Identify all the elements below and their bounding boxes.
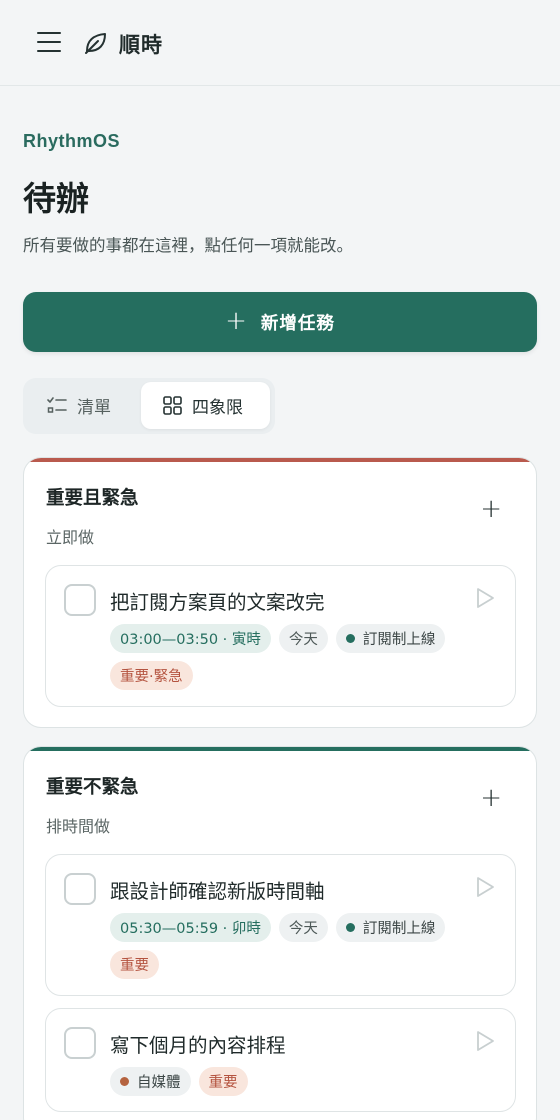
project-label: 訂閱制上線 (362, 632, 436, 648)
plus-icon: + (225, 305, 247, 336)
project-label: 自媒體 (137, 1075, 181, 1091)
task-card[interactable]: 寫下個月的內容排程 自媒體 重要 (45, 1008, 516, 1112)
day-chip: 今天 (278, 624, 328, 653)
app-name: 順時 (119, 33, 163, 57)
add-to-quadrant-button[interactable]: + (480, 496, 502, 522)
add-to-quadrant-button[interactable]: + (480, 785, 502, 811)
top-bar: 順時 (0, 0, 560, 86)
quadrant-subtitle: 立即做 (46, 528, 95, 547)
quadrant-important-urgent: 重要且緊急 立即做 + 把訂閱方案頁的文案改完 03:00—03:50 · 寅時… (23, 457, 537, 728)
tab-quadrant-label: 四象限 (192, 398, 243, 418)
play-icon[interactable] (475, 587, 495, 609)
checklist-icon (47, 396, 67, 413)
quadrant-important-not-urgent: 重要不緊急 排時間做 + 跟設計師確認新版時間軸 05:30—05:59 · 卯… (23, 746, 537, 1120)
task-title[interactable]: 寫下個月的內容排程 (110, 1029, 286, 1058)
quadrant-subtitle: 排時間做 (46, 817, 111, 836)
task-checkbox[interactable] (64, 584, 96, 616)
priority-tag: 重要 (110, 950, 159, 979)
add-task-button[interactable]: + 新增任務 (23, 292, 537, 352)
tab-list-view[interactable]: 清單 (47, 382, 147, 429)
project-dot-icon (120, 1077, 129, 1086)
quadrant-title: 重要且緊急 (46, 488, 139, 509)
task-title[interactable]: 把訂閱方案頁的文案改完 (110, 586, 325, 615)
day-chip: 今天 (278, 913, 328, 942)
add-task-label: 新增任務 (260, 313, 335, 334)
play-icon[interactable] (475, 1030, 495, 1052)
project-chip: 自媒體 (110, 1067, 191, 1096)
tab-list-label: 清單 (77, 398, 111, 418)
quadrant-title: 重要不緊急 (46, 777, 139, 798)
grid-icon (163, 396, 182, 415)
hamburger-menu-icon[interactable] (37, 31, 61, 53)
play-icon[interactable] (475, 876, 495, 898)
page-subtitle: 所有要做的事都在這裡，點任何一項就能改。 (23, 236, 353, 255)
project-chip: 訂閱制上線 (335, 624, 446, 653)
time-chip: 03:00—03:50 · 寅時 (110, 624, 271, 653)
task-card[interactable]: 跟設計師確認新版時間軸 05:30—05:59 · 卯時 今天 訂閱制上線 重要 (45, 854, 516, 996)
project-chip: 訂閱制上線 (335, 913, 446, 942)
project-label: 訂閱制上線 (362, 921, 436, 937)
task-checkbox[interactable] (64, 873, 96, 905)
tab-quadrant-view[interactable]: 四象限 (141, 382, 270, 429)
project-dot-icon (345, 923, 355, 932)
brand-eyebrow: RhythmOS (23, 131, 121, 151)
leaf-icon (85, 33, 106, 54)
page-title: 待辦 (23, 179, 89, 218)
project-dot-icon (345, 634, 355, 643)
task-checkbox[interactable] (64, 1027, 96, 1059)
task-card[interactable]: 把訂閱方案頁的文案改完 03:00—03:50 · 寅時 今天 訂閱制上線 重要… (45, 565, 516, 707)
view-toggle: 清單 四象限 (23, 378, 275, 434)
priority-tag: 重要 (198, 1067, 248, 1096)
time-chip: 05:30—05:59 · 卯時 (110, 913, 271, 942)
task-title[interactable]: 跟設計師確認新版時間軸 (110, 875, 325, 904)
priority-tag: 重要·緊急 (110, 661, 193, 690)
